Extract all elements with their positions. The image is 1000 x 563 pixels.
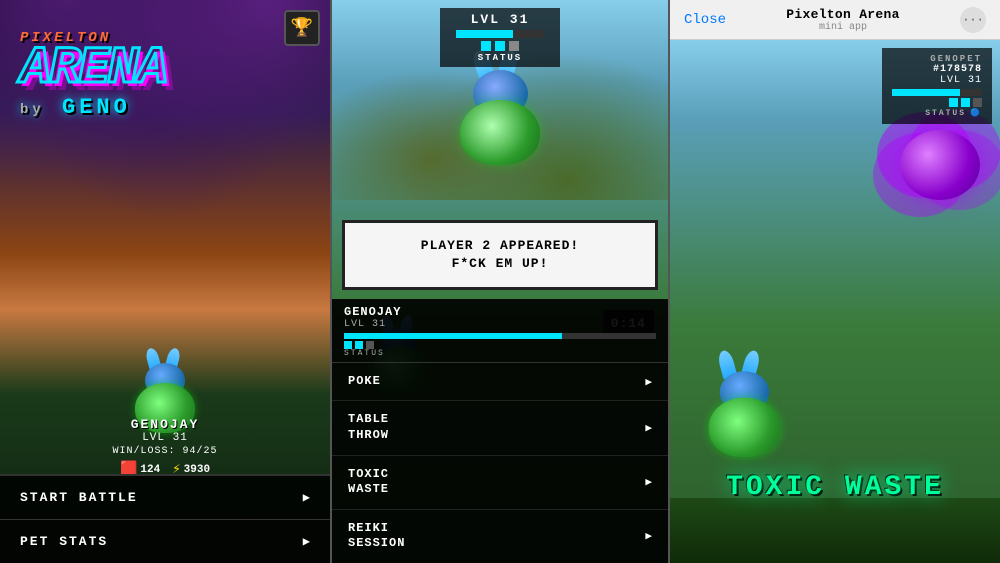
player-status-dots	[344, 341, 656, 349]
start-battle-arrow: ▶	[303, 490, 310, 505]
right-player-creature	[700, 373, 790, 453]
enemy-dot-1	[481, 41, 491, 51]
battle-message-box: PLAYER 2 APPEARED! F*CK EM UP!	[342, 220, 658, 290]
enemy-hud: LVL 31 STATUS	[440, 8, 560, 67]
player-dot-2	[355, 341, 363, 349]
app-subtitle: mini app	[786, 22, 899, 33]
by-geno-label: by GENO	[20, 95, 166, 120]
reiki-label: REIKI SESSION	[348, 521, 405, 552]
genopet-level: LVL 31	[892, 75, 982, 86]
msg-line2: F*CK EM UP!	[452, 256, 549, 271]
enemy-health-bar-fill	[456, 30, 513, 38]
start-battle-item[interactable]: START BATTLE ▶	[0, 476, 330, 520]
ground	[670, 498, 1000, 563]
player-status-label: STATUS	[344, 349, 656, 358]
app-title-area: Pixelton Arena mini app	[786, 7, 899, 33]
action-toxic-waste[interactable]: TOXIC WASTE ▶	[332, 456, 668, 510]
pet-stats-arrow: ▶	[303, 534, 310, 549]
more-icon: ···	[962, 13, 984, 27]
enemy-dot-3	[509, 41, 519, 51]
right-health-bar-bg	[892, 89, 982, 96]
player-health-bar-bg	[344, 333, 656, 339]
right-dot-3	[973, 98, 982, 107]
right-status-dots	[892, 98, 982, 107]
pet-stats-item[interactable]: PET STATS ▶	[0, 520, 330, 563]
status-icon: 🔵	[970, 108, 982, 118]
more-button[interactable]: ···	[960, 7, 986, 33]
reiki-arrow: ▶	[645, 529, 652, 543]
right-player-sprite	[696, 369, 795, 457]
phone-topbar: Close Pixelton Arena mini app ···	[670, 0, 1000, 40]
enemy-health-bar-bg	[456, 30, 544, 38]
left-panel: 🏆 PIXELTON ARENA by GENO GENOJAY LVL 31 …	[0, 0, 330, 563]
enemy-sprite	[445, 70, 555, 165]
geno-word: GENO	[62, 95, 131, 120]
status-text: STATUS	[925, 109, 966, 118]
start-battle-label: START BATTLE	[20, 490, 138, 505]
action-menu: GENOJAY LVL 31 STATUS POKE ▶ TABLE THROW…	[332, 299, 668, 563]
by-label: by	[20, 102, 45, 118]
poke-arrow: ▶	[645, 375, 652, 389]
player-dot-1	[344, 341, 352, 349]
toxic-waste-big-label: TOXIC WASTE	[726, 472, 944, 503]
left-menu: START BATTLE ▶ PET STATS ▶	[0, 474, 330, 563]
right-panel: Close Pixelton Arena mini app ··· GENOPE…	[670, 0, 1000, 563]
toxic-waste-arrow: ▶	[645, 475, 652, 489]
enemy-body	[460, 100, 540, 165]
action-reiki[interactable]: REIKI SESSION ▶	[332, 510, 668, 563]
close-button[interactable]: Close	[684, 12, 726, 28]
trophy-button[interactable]: 🏆	[284, 10, 320, 46]
pet-name: GENOJAY	[0, 417, 330, 432]
player-health-bar-fill	[344, 333, 562, 339]
poke-label: POKE	[348, 374, 381, 390]
toxic-waste-text: TOXIC WASTE	[726, 472, 944, 503]
genopet-label: GENOPET	[892, 54, 982, 64]
pet-level: LVL 31	[0, 432, 330, 444]
action-poke[interactable]: POKE ▶	[332, 363, 668, 402]
msg-line1: PLAYER 2 APPEARED!	[421, 238, 579, 253]
pet-record: WIN/LOSS: 94/25	[0, 446, 330, 457]
table-throw-label: TABLE THROW	[348, 412, 389, 443]
player-char-level: LVL 31	[344, 319, 656, 330]
right-dot-1	[949, 98, 958, 107]
table-throw-arrow: ▶	[645, 421, 652, 435]
battle-message-text: PLAYER 2 APPEARED! F*CK EM UP!	[361, 237, 639, 273]
genopet-id: #178578	[892, 64, 982, 75]
pet-stats-label: PET STATS	[20, 534, 108, 549]
trophy-icon: 🏆	[291, 17, 313, 39]
right-dot-2	[961, 98, 970, 107]
app-title: Pixelton Arena	[786, 7, 899, 22]
player-dot-3	[366, 341, 374, 349]
action-menu-header: GENOJAY LVL 31 STATUS	[332, 299, 668, 363]
middle-panel: LVL 31 STATUS PLAYER 2 APPEARED! F*CK EM…	[330, 0, 670, 563]
right-hud: GENOPET #178578 LVL 31 STATUS 🔵	[882, 48, 992, 124]
arena-label: ARENA	[20, 46, 166, 93]
toxic-waste-label-menu: TOXIC WASTE	[348, 467, 389, 498]
player-char-name: GENOJAY	[344, 305, 656, 319]
rp-body	[709, 398, 781, 457]
enemy-dot-2	[495, 41, 505, 51]
purple-blob-sprite	[900, 130, 980, 200]
enemy-creature	[445, 70, 555, 165]
purple-enemy	[900, 130, 980, 200]
enemy-level: LVL 31	[456, 12, 544, 27]
right-health-bar-fill	[892, 89, 960, 96]
right-status-label: STATUS 🔵	[892, 108, 982, 118]
enemy-status-label: STATUS	[456, 53, 544, 63]
enemy-status-dots	[456, 41, 544, 51]
pet-info: GENOJAY LVL 31 WIN/LOSS: 94/25 🟥 124 ⚡ 3…	[0, 417, 330, 478]
action-table-throw[interactable]: TABLE THROW ▶	[332, 401, 668, 455]
game-title: PIXELTON ARENA by GENO	[20, 30, 166, 120]
